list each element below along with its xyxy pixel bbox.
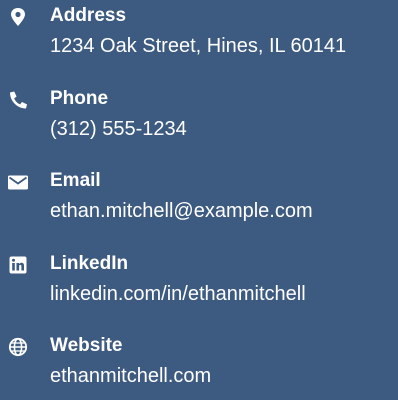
website-label: Website: [50, 335, 123, 356]
website-link[interactable]: ethanmitchell.com: [50, 363, 211, 389]
map-pin-icon: [6, 7, 30, 27]
address-label: Address: [50, 5, 127, 26]
phone-icon: [6, 90, 30, 110]
linkedin-icon: [6, 255, 30, 275]
email-label: Email: [50, 170, 101, 191]
contact-item-address: Address 1234 Oak Street, Hines, IL 60141: [0, 0, 398, 70]
phone-link[interactable]: (312) 555-1234: [50, 116, 187, 142]
phone-label: Phone: [50, 88, 109, 109]
linkedin-label: LinkedIn: [50, 253, 129, 274]
address-value: 1234 Oak Street, Hines, IL 60141: [50, 35, 347, 57]
globe-icon: [6, 337, 30, 357]
contact-item-linkedin: LinkedIn linkedin.com/in/ethanmitchell: [0, 248, 398, 318]
contact-item-website: Website ethanmitchell.com: [0, 330, 398, 400]
email-link[interactable]: ethan.mitchell@example.com: [50, 198, 313, 224]
envelope-icon: [6, 172, 30, 192]
contact-item-email: Email ethan.mitchell@example.com: [0, 165, 398, 235]
contact-item-phone: Phone (312) 555-1234: [0, 83, 398, 153]
linkedin-link[interactable]: linkedin.com/in/ethanmitchell: [50, 281, 306, 307]
